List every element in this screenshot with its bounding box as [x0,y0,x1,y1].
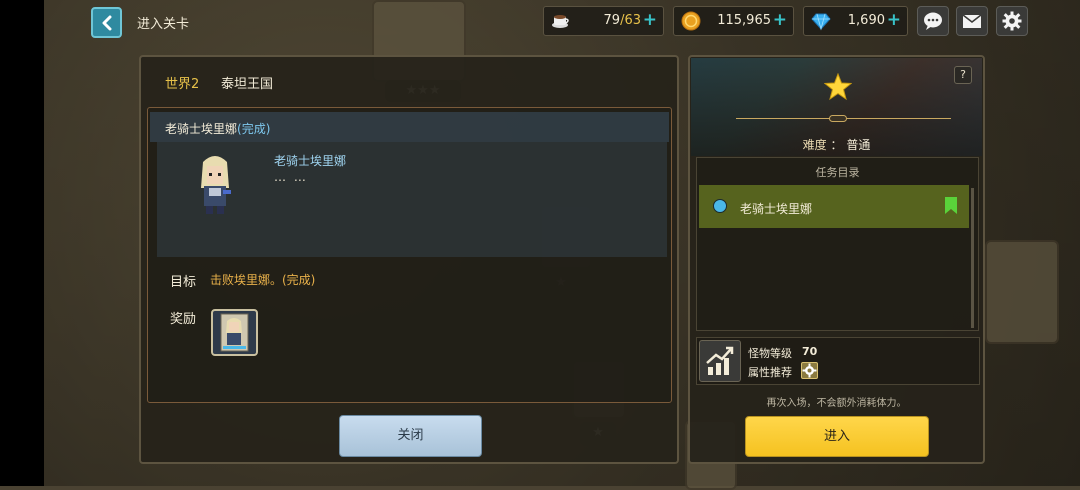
stamina-counter[interactable]: 79/63 + [543,6,664,36]
mission-title: 老骑士埃里娜(完成) [165,122,271,136]
difficulty-label: 难度 ： 普通 [802,138,871,152]
stage-entry-panel: ? 难度 ： 普通 任务目录 老骑士埃里娜 怪物等级 70 属性推荐 再次入场，… [688,55,985,464]
boss-name: 老骑士埃里娜 [274,154,347,168]
task-list-header: 任务目录 [815,166,860,179]
monster-info: 怪物等级 70 属性推荐 [696,337,980,385]
add-stamina-button[interactable]: + [643,10,657,30]
star-icon [824,73,852,101]
attribute-gear-icon[interactable] [801,362,818,379]
enter-button[interactable]: 进入 [745,416,929,457]
stage-banner: ? 难度 ： 普通 [691,58,982,156]
reward-card-item[interactable] [211,309,258,356]
stamina-value: 79/63 [603,13,641,28]
level-chart-icon [699,340,741,382]
boss-info: 老骑士埃里娜 … … [157,142,667,257]
stamina-note: 再次入场，不会额外消耗体力。 [766,398,907,409]
gold-counter[interactable]: 115,965 + [673,6,794,36]
task-item[interactable]: 老骑士埃里娜 [699,185,969,228]
close-button[interactable]: 关闭 [339,415,482,457]
task-list-scrollbar[interactable] [971,188,974,328]
task-item-label: 老骑士埃里娜 [740,202,813,216]
map-tile [985,240,1059,344]
mission-detail-box: 老骑士埃里娜(完成) 老骑士埃里娜 … … 目标 击败埃里娜。(完成) 奖励 [147,107,672,403]
gold-value: 115,965 [717,13,771,28]
chevron-left-icon [102,15,111,30]
chat-button[interactable] [917,6,949,36]
goal-text: 击败埃里娜。(完成) [210,273,316,287]
diamond-counter[interactable]: 1,690 + [803,6,908,36]
world-name: 泰坦王国 [221,77,274,92]
mission-status: (完成) [237,122,271,136]
reward-label: 奖励 [170,312,197,327]
goal-label: 目标 [170,275,197,290]
monster-level-label: 怪物等级 [748,347,792,360]
gold-coin-icon [681,11,701,31]
attribute-label: 属性推荐 [748,366,792,379]
add-gold-button[interactable]: + [773,10,787,30]
coffee-cup-icon [552,15,569,28]
diamond-value: 1,690 [847,13,885,28]
task-list: 任务目录 老骑士埃里娜 [696,157,979,331]
mission-header: 老骑士埃里娜(完成) [150,112,669,142]
page-title: 进入关卡 [137,17,190,32]
gear-icon [1002,11,1022,31]
screen-edge [0,0,44,486]
chat-bubble-icon [924,12,942,30]
world-tab[interactable]: 世界2 [165,73,199,92]
settings-button[interactable] [996,6,1028,36]
boss-portrait [201,156,231,214]
envelope-icon [962,14,982,28]
diamond-icon [811,13,831,31]
ornament-center [829,115,847,122]
mail-button[interactable] [956,6,988,36]
character-card-icon [220,313,249,352]
stage-info-panel: 世界2 泰坦王国 老骑士埃里娜(完成) 老骑士埃里娜 … … 目标 击败埃里娜。… [139,55,679,464]
monster-level-value: 70 [802,345,818,358]
status-dot-icon [713,199,727,213]
boss-description: … … [274,170,308,184]
back-button[interactable] [91,7,122,38]
bookmark-icon [945,197,957,214]
help-button[interactable]: ? [954,66,972,84]
add-diamond-button[interactable]: + [887,10,901,30]
